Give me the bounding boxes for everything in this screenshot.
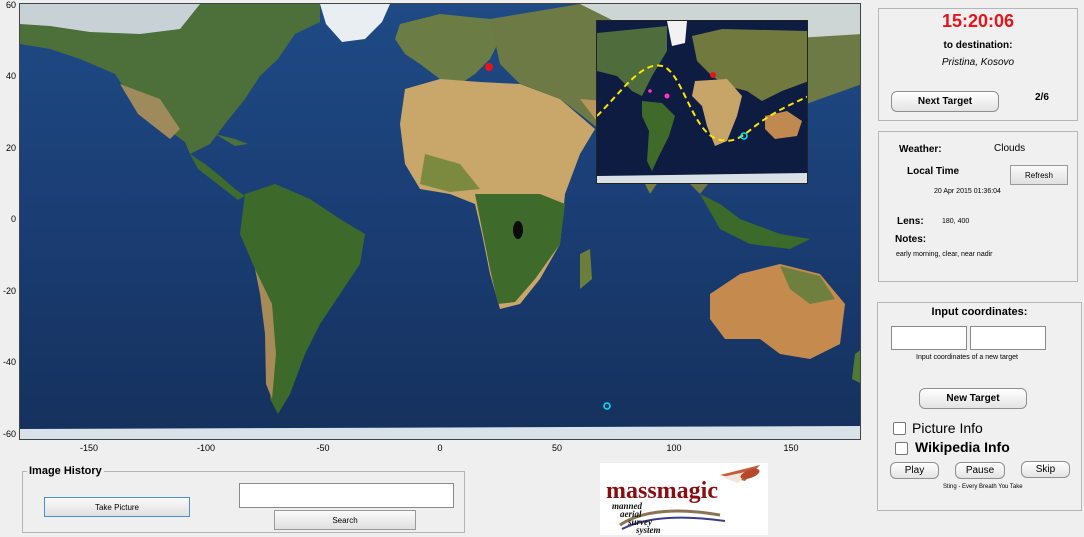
destination-label: to destination: bbox=[943, 40, 1013, 51]
y-tick-label: 60 bbox=[5, 0, 16, 10]
now-playing-song: Sting - Every Breath You Take bbox=[943, 484, 1023, 490]
local-datetime: 20 Apr 2015 01:36:04 bbox=[934, 188, 1001, 195]
pause-button[interactable]: Pause bbox=[955, 462, 1005, 479]
y-tick-label: 40 bbox=[5, 71, 16, 81]
notes-label: Notes: bbox=[895, 234, 927, 245]
target-marker-icon bbox=[485, 63, 493, 71]
mini-map bbox=[596, 20, 808, 184]
destination-panel: 15:20:06 to destination: Pristina, Kosov… bbox=[878, 8, 1078, 121]
target-progress: 2/6 bbox=[1035, 92, 1049, 103]
refresh-button[interactable]: Refresh bbox=[1010, 165, 1068, 185]
x-tick-label: -50 bbox=[316, 443, 330, 453]
picture-info-checkbox[interactable] bbox=[893, 422, 906, 435]
mini-target-marker-icon bbox=[710, 72, 716, 78]
y-tick-label: 0 bbox=[10, 214, 16, 224]
search-button[interactable]: Search bbox=[274, 510, 416, 530]
x-tick-label: 150 bbox=[783, 443, 799, 453]
wikipedia-info-label[interactable]: Wikipedia Info bbox=[915, 439, 1010, 455]
latitude-input[interactable] bbox=[891, 326, 967, 350]
massmagic-logo: massmagic manned aerial survey system bbox=[600, 463, 768, 535]
lens-label: Lens: bbox=[897, 216, 924, 227]
weather-value: Clouds bbox=[994, 143, 1026, 154]
search-input[interactable] bbox=[239, 483, 454, 508]
lens-value: 180, 400 bbox=[942, 218, 970, 225]
logo-tagline-4: system bbox=[635, 525, 661, 535]
x-tick-label: 50 bbox=[551, 443, 562, 453]
coordinates-hint: Input coordinates of a new target bbox=[916, 354, 1018, 361]
picture-info-label[interactable]: Picture Info bbox=[912, 420, 983, 436]
coordinates-panel: Input coordinates: Input coordinates of … bbox=[877, 302, 1082, 511]
logo-image: massmagic manned aerial survey system bbox=[606, 465, 760, 535]
mini-waypoint-icon bbox=[664, 93, 670, 99]
notes-value: early morning, clear, near nadir bbox=[896, 251, 993, 258]
x-tick-label: -100 bbox=[196, 443, 215, 453]
y-tick-label: 20 bbox=[5, 143, 16, 153]
y-tick-label: -60 bbox=[2, 429, 16, 439]
take-picture-button[interactable]: Take Picture bbox=[44, 497, 190, 517]
x-tick-label: 100 bbox=[666, 443, 682, 453]
info-panel: Weather: Clouds Local Time Refresh 20 Ap… bbox=[878, 131, 1078, 282]
skip-button[interactable]: Skip bbox=[1021, 461, 1070, 478]
destination-place: Pristina, Kosovo bbox=[941, 57, 1015, 68]
y-tick-label: -40 bbox=[2, 357, 16, 367]
next-target-button[interactable]: Next Target bbox=[891, 91, 999, 112]
weather-label: Weather: bbox=[899, 144, 942, 155]
image-history-title: Image History bbox=[27, 465, 104, 477]
y-tick-label: -20 bbox=[2, 286, 16, 296]
coordinates-title: Input coordinates: bbox=[931, 306, 1028, 318]
x-tick-label: 0 bbox=[437, 443, 443, 453]
play-button[interactable]: Play bbox=[890, 462, 939, 479]
local-time-label: Local Time bbox=[907, 166, 960, 177]
wikipedia-info-checkbox[interactable] bbox=[895, 442, 908, 455]
x-tick-label: -150 bbox=[79, 443, 98, 453]
mini-waypoint-icon bbox=[648, 89, 652, 93]
countdown-timer: 15:20:06 bbox=[941, 11, 1015, 31]
mini-map-image bbox=[597, 21, 807, 183]
new-target-button[interactable]: New Target bbox=[919, 388, 1027, 409]
longitude-input[interactable] bbox=[970, 326, 1046, 350]
